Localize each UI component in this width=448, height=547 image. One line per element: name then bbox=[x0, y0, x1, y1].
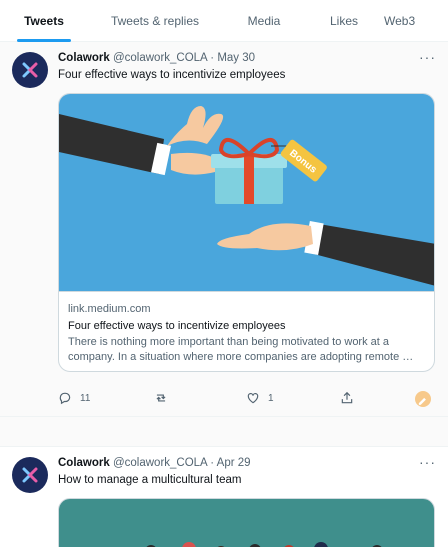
author-name[interactable]: Colawork bbox=[58, 457, 110, 469]
card-body: link.medium.com Four effective ways to i… bbox=[59, 291, 434, 371]
card-title: Four effective ways to incentivize emplo… bbox=[68, 320, 286, 332]
card-desc-line: There is nothing more important than bei… bbox=[68, 336, 390, 348]
tweet-text: Four effective ways to incentivize emplo… bbox=[58, 69, 286, 81]
more-dots-icon[interactable]: ··· bbox=[419, 50, 436, 64]
tab-tweets-replies[interactable]: Tweets & replies bbox=[88, 0, 222, 42]
tab-label: Web3 bbox=[384, 14, 416, 28]
hand-giving-gift-illustration: Bonus bbox=[59, 106, 434, 286]
share-icon bbox=[341, 391, 353, 404]
author-handle-date[interactable]: @colawork_COLA · Apr 29 bbox=[113, 457, 251, 469]
reply-button[interactable]: 11 bbox=[58, 391, 90, 405]
heart-icon bbox=[247, 393, 259, 404]
retweet-icon bbox=[156, 394, 166, 402]
multicultural-team-illustration bbox=[146, 542, 382, 547]
tab-label: Media bbox=[247, 14, 281, 28]
tweet[interactable]: Colawork @colawork_COLA · May 30 ··· Fou… bbox=[0, 42, 448, 416]
like-button[interactable]: 1 bbox=[246, 391, 274, 405]
author-handle-date[interactable]: @colawork_COLA · May 30 bbox=[113, 52, 255, 64]
tweet-header: Colawork @colawork_COLA · Apr 29 bbox=[58, 457, 251, 469]
colawork-logo-icon bbox=[22, 467, 38, 483]
tip-icon bbox=[415, 391, 431, 407]
retweet-button[interactable] bbox=[154, 391, 176, 405]
tweet-header: Colawork @colawork_COLA · May 30 bbox=[58, 52, 255, 64]
more-dots-icon[interactable]: ··· bbox=[419, 455, 436, 469]
tab-web3[interactable]: Web3 bbox=[382, 0, 448, 42]
author-name[interactable]: Colawork bbox=[58, 52, 110, 64]
tab-label: Tweets bbox=[24, 14, 64, 28]
tab-tweets[interactable]: Tweets bbox=[0, 0, 88, 42]
share-button[interactable] bbox=[340, 391, 354, 405]
avatar[interactable] bbox=[12, 457, 48, 493]
card-image: Bonus bbox=[59, 94, 434, 291]
tweet-text: How to manage a multicultural team bbox=[58, 474, 242, 486]
tweet-actions: 11 1 bbox=[58, 391, 438, 409]
tab-media[interactable]: Media bbox=[222, 0, 306, 42]
like-count: 1 bbox=[268, 392, 274, 404]
card-domain: link.medium.com bbox=[68, 303, 151, 315]
tab-likes[interactable]: Likes bbox=[306, 0, 382, 42]
link-card[interactable] bbox=[58, 498, 435, 547]
card-description: There is nothing more important than bei… bbox=[68, 335, 427, 365]
colawork-logo-icon bbox=[22, 62, 38, 78]
tweet-separator bbox=[0, 416, 448, 446]
reply-icon bbox=[59, 392, 71, 405]
card-desc-line: company. In a situation where more compa… bbox=[68, 351, 414, 363]
avatar[interactable] bbox=[12, 52, 48, 88]
link-card[interactable]: Bonus link.medium.com Four effective way… bbox=[58, 93, 435, 372]
profile-tabs: Tweets Tweets & replies Media Likes Web3 bbox=[0, 0, 448, 42]
reply-count: 11 bbox=[80, 392, 91, 404]
tweet[interactable]: Colawork @colawork_COLA · Apr 29 ··· How… bbox=[0, 446, 448, 547]
tab-label: Likes bbox=[329, 14, 358, 28]
tip-button[interactable] bbox=[415, 391, 431, 407]
tab-label: Tweets & replies bbox=[110, 14, 200, 28]
